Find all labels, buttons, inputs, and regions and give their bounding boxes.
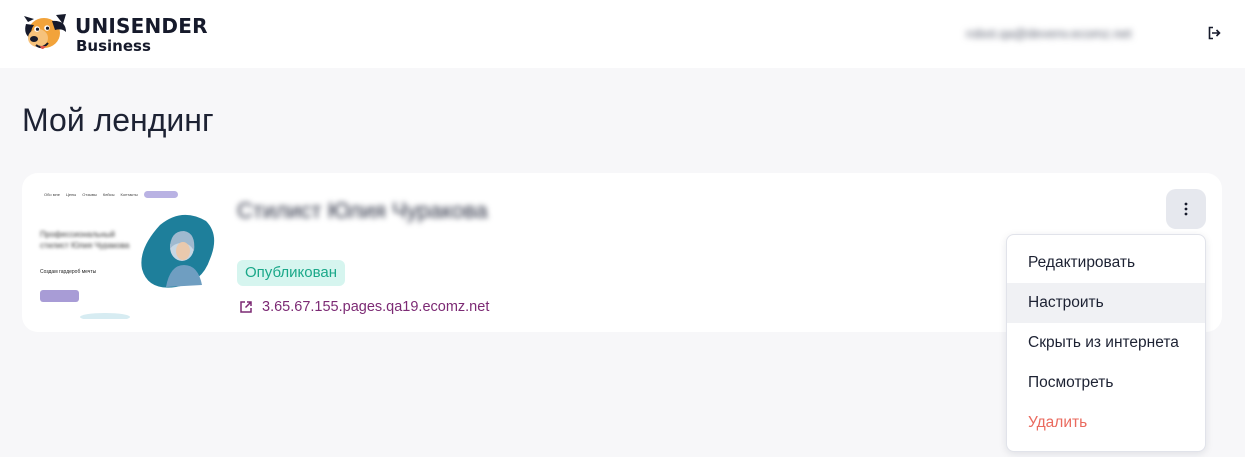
logout-icon: [1208, 26, 1221, 40]
dog-logo-icon: [24, 14, 66, 49]
menu-item-hide[interactable]: Скрыть из интернета: [1007, 323, 1205, 363]
top-header: UNISENDER Business robot.qa@devenv.ecomz…: [0, 0, 1245, 68]
status-badge: Опубликован: [237, 260, 346, 286]
thumbnail-nav-item: Цены: [65, 192, 77, 197]
more-vertical-icon: [1184, 202, 1188, 216]
brand-logo[interactable]: UNISENDER Business: [22, 12, 208, 56]
more-actions-button[interactable]: [1166, 189, 1206, 229]
thumbnail-wave: [80, 313, 130, 319]
thumbnail-nav-item: Обо мне: [44, 192, 60, 197]
menu-item-settings[interactable]: Настроить: [1007, 283, 1205, 323]
thumbnail-photo-icon: [141, 214, 215, 288]
brand-name: UNISENDER: [75, 14, 208, 38]
thumbnail-nav: Обо мне Цены Отзывы Кейсы Контакты: [44, 191, 178, 198]
thumbnail-cta-button: [40, 290, 79, 302]
landing-url-link[interactable]: 3.65.67.155.pages.qa19.ecomz.net: [239, 299, 489, 315]
user-email[interactable]: robot.qa@devenv.ecomz.net: [966, 26, 1131, 41]
brand-subtitle: Business: [76, 37, 151, 55]
landing-name[interactable]: Стилист Юлия Чуракова: [237, 198, 488, 224]
thumbnail-nav-button: [143, 191, 178, 198]
actions-dropdown-menu: Редактировать Настроить Скрыть из интерн…: [1006, 234, 1206, 452]
landing-thumbnail[interactable]: Обо мне Цены Отзывы Кейсы Контакты Профе…: [36, 185, 216, 319]
external-link-icon: [240, 301, 252, 313]
landing-url-text: 3.65.67.155.pages.qa19.ecomz.net: [262, 299, 490, 315]
thumbnail-nav-item: Кейсы: [102, 192, 115, 197]
thumbnail-heading: Профессиональный стилист Юлия Чуракова: [40, 230, 130, 250]
thumbnail-nav-item: Отзывы: [82, 192, 97, 197]
thumbnail-nav-item: Контакты: [120, 192, 138, 197]
thumbnail-subheading: Создам гардероб мечты: [40, 269, 97, 275]
menu-item-delete[interactable]: Удалить: [1007, 403, 1205, 443]
logout-button[interactable]: [1204, 23, 1224, 43]
page-title: Мой лендинг: [22, 102, 214, 138]
menu-item-edit[interactable]: Редактировать: [1007, 243, 1205, 283]
menu-item-view[interactable]: Посмотреть: [1007, 363, 1205, 403]
